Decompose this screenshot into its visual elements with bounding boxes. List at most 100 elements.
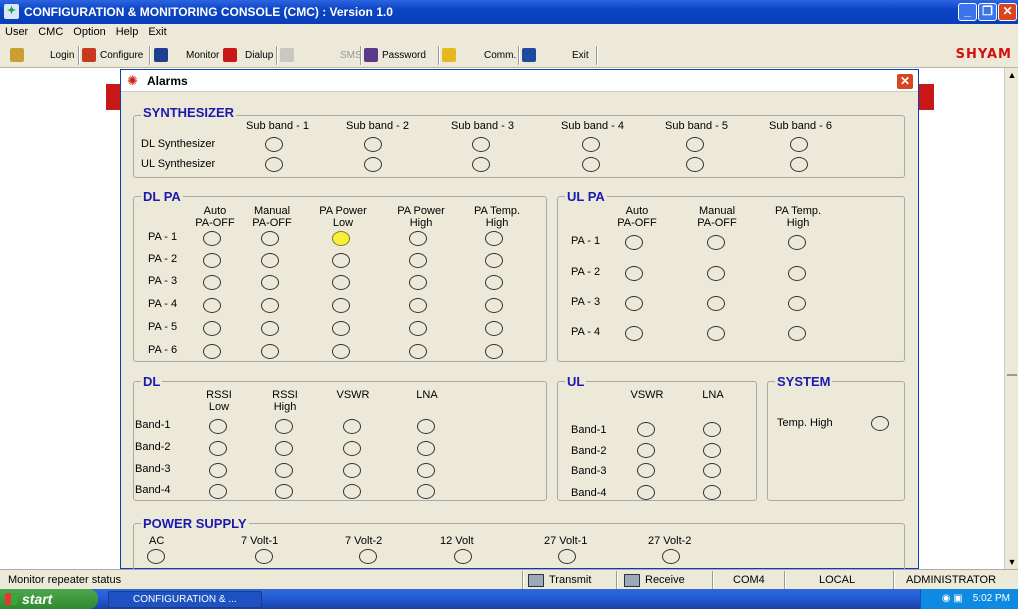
alarm-led — [485, 231, 503, 246]
alarm-led — [265, 137, 283, 152]
password-button[interactable]: Password — [364, 46, 426, 65]
alarm-led — [409, 321, 427, 336]
alarm-led — [558, 549, 576, 564]
alarm-led — [359, 549, 377, 564]
status-separator — [522, 571, 524, 589]
alarm-led — [707, 266, 725, 281]
restore-button[interactable]: ❐ — [978, 3, 997, 21]
exit-button[interactable] — [522, 46, 540, 65]
power-label-6: 27 Volt-2 — [648, 535, 692, 547]
sms-label[interactable]: SMS — [340, 46, 362, 65]
scroll-down-icon[interactable]: ▼ — [1005, 555, 1018, 569]
alarm-led — [332, 275, 350, 290]
comm-icon — [442, 48, 456, 63]
alarm-led — [343, 419, 361, 434]
status-separator — [784, 571, 786, 589]
minimize-button[interactable]: _ — [958, 3, 977, 21]
configure-button[interactable]: Configure — [82, 46, 143, 65]
synth-col-1: Sub band - 1 — [246, 120, 309, 132]
power-label-2: 7 Volt-1 — [241, 535, 279, 547]
alarm-led — [637, 463, 655, 478]
menu-cmc[interactable]: CMC — [33, 24, 68, 38]
alarm-led — [275, 441, 293, 456]
status-message: Monitor repeater status — [8, 574, 122, 586]
dl-pa-col-2: Manual PA-OFF — [252, 205, 292, 229]
monitor-label[interactable]: Monitor — [186, 46, 219, 65]
ul-pa-col-1: Auto PA-OFF — [617, 205, 657, 229]
power-label-5: 27 Volt-1 — [544, 535, 588, 547]
exit-label[interactable]: Exit — [572, 46, 589, 65]
comm-label[interactable]: Comm. — [484, 46, 516, 65]
dialup-button[interactable] — [223, 46, 241, 65]
alarm-led — [485, 344, 503, 359]
sms-icon-button[interactable] — [280, 46, 298, 65]
computer-icon — [528, 573, 544, 587]
menu-option[interactable]: Option — [68, 24, 110, 38]
taskbar: start CONFIGURATION & ... ◉ ▣ 5:02 PM — [0, 589, 1018, 609]
toolbar-separator — [518, 46, 520, 65]
power-label-1: AC — [149, 535, 165, 547]
alarm-led — [790, 137, 808, 152]
password-icon — [364, 48, 378, 63]
alarm-led — [147, 549, 165, 564]
alarm-led — [485, 253, 503, 268]
login-label[interactable]: Login — [50, 46, 74, 65]
menu-exit[interactable]: Exit — [143, 24, 171, 38]
status-separator — [616, 571, 618, 589]
tray-icons[interactable]: ◉ ▣ — [942, 593, 963, 604]
dl-title: DL — [141, 374, 163, 389]
user-indicator: ADMINISTRATOR — [906, 574, 997, 586]
alarm-led — [707, 326, 725, 341]
receive-indicator: Receive — [624, 571, 685, 589]
menu-user[interactable]: User — [0, 24, 33, 38]
alarm-led — [788, 266, 806, 281]
dl-pa-col-5: PA Temp. High — [473, 205, 521, 229]
door-icon — [522, 48, 536, 63]
dl-pa-row-3: PA - 3 — [148, 275, 178, 287]
password-label: Password — [382, 50, 426, 61]
alarm-led — [364, 137, 382, 152]
ul-title: UL — [565, 374, 587, 389]
scroll-up-icon[interactable]: ▲ — [1005, 68, 1018, 82]
alarm-led — [637, 422, 655, 437]
close-button[interactable]: ✕ — [998, 3, 1017, 21]
dialog-close-button[interactable]: ✕ — [896, 73, 914, 90]
power-label-4: 12 Volt — [440, 535, 474, 547]
alarm-led — [417, 419, 435, 434]
vertical-scrollbar[interactable]: ▲ ▼ — [1004, 68, 1018, 569]
ul-pa-col-2: Manual PA-OFF — [697, 205, 737, 229]
alarm-led — [454, 549, 472, 564]
alarm-led — [417, 484, 435, 499]
monitor-button[interactable] — [154, 46, 172, 65]
comm-button[interactable] — [442, 46, 460, 65]
system-group — [767, 381, 905, 501]
login-button[interactable] — [10, 46, 28, 65]
toolbar-separator — [78, 46, 80, 65]
alarm-led — [255, 549, 273, 564]
transmit-label: Transmit — [549, 574, 592, 586]
start-button[interactable]: start — [0, 589, 98, 609]
alarm-led — [417, 441, 435, 456]
alarm-led — [261, 275, 279, 290]
dialup-label[interactable]: Dialup — [245, 46, 273, 65]
alarm-led — [332, 253, 350, 268]
alarm-led — [332, 231, 350, 246]
alarm-led — [637, 485, 655, 500]
alarm-led — [261, 231, 279, 246]
configure-icon — [82, 48, 96, 63]
ul-pa-row-2: PA - 2 — [571, 266, 601, 278]
scroll-thumb-grip[interactable] — [1007, 374, 1017, 376]
system-title: SYSTEM — [775, 374, 833, 389]
alarm-led — [707, 296, 725, 311]
alarm-led — [707, 235, 725, 250]
dl-pa-col-4: PA Power High — [397, 205, 445, 229]
app-icon: ✦ — [4, 4, 19, 19]
mode-indicator: LOCAL — [819, 574, 856, 586]
alarm-led — [625, 326, 643, 341]
alarm-led — [703, 422, 721, 437]
menu-help[interactable]: Help — [111, 24, 144, 38]
ul-pa-col-3: PA Temp. High — [774, 205, 822, 229]
alarm-led — [703, 443, 721, 458]
taskbar-item-cmc[interactable]: CONFIGURATION & ... — [108, 591, 262, 608]
dl-pa-row-4: PA - 4 — [148, 298, 178, 310]
